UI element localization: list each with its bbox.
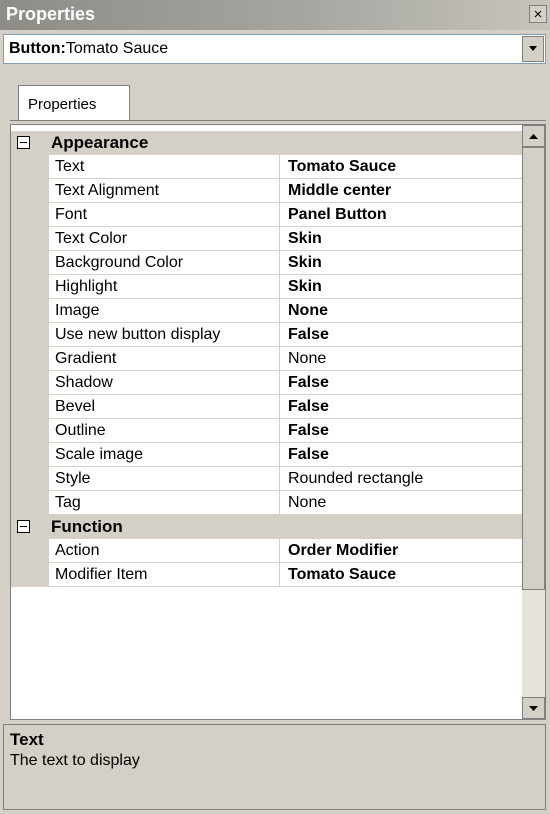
property-row[interactable]: Bevel False	[11, 395, 523, 419]
arrow-up-icon	[529, 134, 538, 139]
property-row[interactable]: Image None	[11, 299, 523, 323]
property-value[interactable]: False	[280, 395, 523, 419]
property-row[interactable]: Background Color Skin	[11, 251, 523, 275]
property-value[interactable]: Tomato Sauce	[280, 155, 523, 179]
property-grid: Appearance Text Tomato Sauce Text Alignme…	[10, 124, 546, 720]
property-name: Action	[49, 539, 280, 563]
property-value[interactable]: None	[280, 491, 523, 515]
property-name: Scale image	[49, 443, 280, 467]
chevron-down-icon	[529, 46, 537, 51]
close-icon[interactable]: ×	[529, 5, 547, 23]
property-value[interactable]: False	[280, 419, 523, 443]
property-name: Text Color	[49, 227, 280, 251]
description-pane: Text The text to display	[3, 724, 546, 810]
property-name: Outline	[49, 419, 280, 443]
property-row[interactable]: Modifier Item Tomato Sauce	[11, 563, 523, 587]
property-row[interactable]: Highlight Skin	[11, 275, 523, 299]
property-value[interactable]: None	[280, 299, 523, 323]
scroll-down-button[interactable]	[522, 697, 545, 719]
object-selector-dropdown[interactable]: Button:Tomato Sauce	[3, 34, 546, 64]
tab-divider	[10, 120, 546, 121]
property-value[interactable]: Tomato Sauce	[280, 563, 523, 587]
property-row[interactable]: Text Tomato Sauce	[11, 155, 523, 179]
category-appearance[interactable]: Appearance	[11, 131, 523, 155]
property-name: Font	[49, 203, 280, 227]
property-name: Use new button display	[49, 323, 280, 347]
vertical-scrollbar[interactable]	[522, 125, 545, 719]
property-name: Style	[49, 467, 280, 491]
minus-box-icon[interactable]	[17, 520, 30, 533]
property-value[interactable]: False	[280, 443, 523, 467]
property-row[interactable]: Style Rounded rectangle	[11, 467, 523, 491]
property-value[interactable]: Skin	[280, 227, 523, 251]
description-text: The text to display	[10, 752, 140, 769]
property-name: Bevel	[49, 395, 280, 419]
property-row[interactable]: Text Color Skin	[11, 227, 523, 251]
property-row[interactable]: Action Order Modifier	[11, 539, 523, 563]
property-row[interactable]: Tag None	[11, 491, 523, 515]
scroll-up-button[interactable]	[522, 125, 545, 147]
category-function[interactable]: Function	[11, 515, 523, 539]
property-value[interactable]: False	[280, 323, 523, 347]
property-row[interactable]: Text Alignment Middle center	[11, 179, 523, 203]
property-value[interactable]: None	[280, 347, 523, 371]
property-row[interactable]: Scale image False	[11, 443, 523, 467]
property-name: Image	[49, 299, 280, 323]
object-type-label: Button:	[9, 40, 66, 57]
properties-window: Properties × Button:Tomato Sauce Propert…	[0, 0, 550, 814]
property-value[interactable]: Middle center	[280, 179, 523, 203]
tab-properties[interactable]: Properties	[18, 85, 130, 121]
property-value[interactable]: Rounded rectangle	[280, 467, 523, 491]
property-row[interactable]: Gradient None	[11, 347, 523, 371]
property-row[interactable]: Shadow False	[11, 371, 523, 395]
arrow-down-icon	[529, 706, 538, 711]
window-title: Properties	[6, 4, 96, 24]
tab-label: Properties	[28, 96, 97, 113]
property-row[interactable]: Outline False	[11, 419, 523, 443]
property-name: Text Alignment	[49, 179, 280, 203]
description-title: Text	[10, 730, 44, 749]
title-bar[interactable]: Properties ×	[0, 0, 550, 30]
property-value[interactable]: Panel Button	[280, 203, 523, 227]
property-name: Gradient	[49, 347, 280, 371]
property-value[interactable]: Skin	[280, 251, 523, 275]
category-label: Function	[51, 517, 123, 536]
dropdown-button[interactable]	[522, 36, 544, 62]
minus-box-icon[interactable]	[17, 136, 30, 149]
property-name: Text	[49, 155, 280, 179]
property-value[interactable]: Skin	[280, 275, 523, 299]
category-label: Appearance	[51, 133, 149, 152]
property-name: Modifier Item	[49, 563, 280, 587]
property-row[interactable]: Use new button display False	[11, 323, 523, 347]
property-name: Shadow	[49, 371, 280, 395]
property-name: Tag	[49, 491, 280, 515]
scrollbar-thumb[interactable]	[522, 147, 545, 590]
property-row[interactable]: Font Panel Button	[11, 203, 523, 227]
property-value[interactable]: False	[280, 371, 523, 395]
property-name: Highlight	[49, 275, 280, 299]
object-name: Tomato Sauce	[65, 40, 169, 57]
property-name: Background Color	[49, 251, 280, 275]
property-value[interactable]: Order Modifier	[280, 539, 523, 563]
